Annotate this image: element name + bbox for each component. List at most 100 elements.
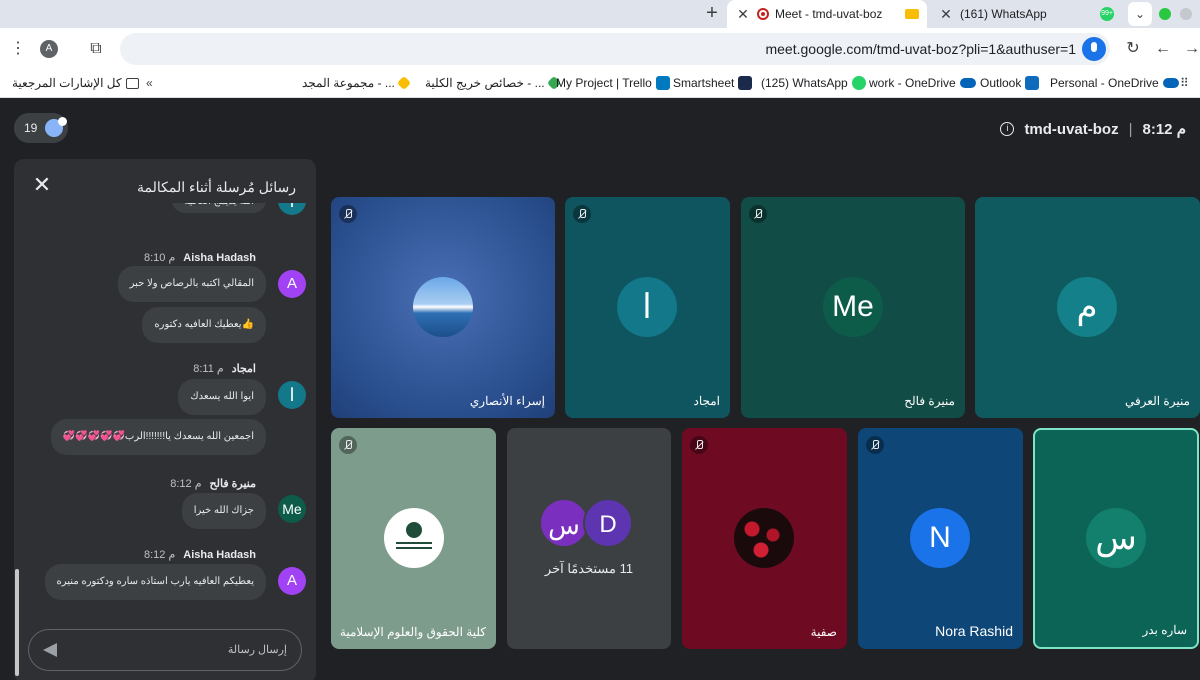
muted-mic-icon <box>749 205 767 223</box>
participant-tile[interactable]: صفية <box>682 428 847 649</box>
avatar: A <box>278 270 306 298</box>
chat-scrollbar[interactable] <box>15 569 19 676</box>
participant-avatar: س <box>1086 508 1146 568</box>
logo-text-line <box>396 542 432 544</box>
tab-strip: + ✕ Meet - tmd-uvat-boz ✕ (161) WhatsApp… <box>0 0 1200 28</box>
participant-tile[interactable]: إسراء الأنصاري <box>331 197 555 418</box>
back-icon[interactable]: ← <box>1151 37 1175 61</box>
chat-message-input[interactable]: إرسال رسالة <box>28 629 302 671</box>
message-time: 8:12 م <box>143 549 176 561</box>
participant-name: صفية <box>810 625 837 639</box>
outlook-icon <box>1025 76 1040 90</box>
camera-icon <box>905 9 919 19</box>
close-tab-icon[interactable]: ✕ <box>735 6 751 23</box>
logo-emblem-icon <box>406 522 422 538</box>
smartsheet-icon <box>738 76 753 90</box>
bookmark-trello[interactable]: My Project | Trello <box>556 76 670 90</box>
meeting-info-bar: i tmd-uvat-boz | 8:12 م <box>1000 120 1186 138</box>
participant-tile[interactable]: ا امجاد <box>565 197 730 418</box>
participant-avatar: ا <box>617 277 677 337</box>
microphone-icon[interactable] <box>1082 37 1106 61</box>
address-bar[interactable]: meet.google.com/tmd-uvat-boz?pli=1&authu… <box>120 33 1110 65</box>
others-tile[interactable]: س D 11 مستخدمًا آخر <box>507 428 671 649</box>
tab-title: Meet - tmd-uvat-boz <box>775 7 883 21</box>
browser-toolbar: ⋮ A ⧉ ☆ meet.google.com/tmd-uvat-boz?pli… <box>0 28 1200 70</box>
avatar: ا <box>278 203 306 215</box>
chat-message: جزاك الله خيرا <box>181 493 266 529</box>
tab-search-button[interactable]: ⌄ <box>1128 2 1152 26</box>
participants-button[interactable]: 19 <box>14 113 68 143</box>
recording-icon <box>757 8 769 20</box>
college-logo <box>384 508 444 568</box>
sender-name: Aisha Hadash <box>183 251 256 264</box>
close-icon[interactable]: ✕ <box>32 174 52 196</box>
extensions-icon[interactable]: ⧉ <box>84 37 108 61</box>
logo-text-line <box>396 547 432 549</box>
participant-photo <box>413 277 473 337</box>
sender-name: امجاد <box>231 363 256 375</box>
participants-icon <box>45 117 68 137</box>
close-tab-icon[interactable]: ✕ <box>938 6 954 23</box>
avatar: ا <box>278 381 306 409</box>
message-header: 8:10 م Aisha Hadash <box>144 251 256 265</box>
bookmarks-overflow-icon[interactable]: « <box>146 76 153 90</box>
message-time: 8:12 م <box>170 478 202 490</box>
profile-avatar[interactable]: A <box>40 40 58 58</box>
chat-message: يعطيكم العافيه يارب استاذه ساره ودكتوره … <box>44 564 266 600</box>
bookmark-almajd[interactable]: مجموعة المجد - ... <box>302 75 411 91</box>
bookmark-whatsapp[interactable]: (125) WhatsApp <box>761 76 866 90</box>
onedrive-icon <box>1162 78 1179 88</box>
participant-name: امجاد <box>693 394 720 408</box>
info-icon[interactable]: i <box>1000 122 1015 136</box>
bookmark-personal-onedrive[interactable]: Personal - OneDrive <box>1050 76 1179 90</box>
chat-message: الله يديمج العافيه <box>172 203 266 213</box>
sender-name: منيرة فالح <box>209 478 256 490</box>
participant-avatar: Me <box>823 277 883 337</box>
chat-messages: الله يديمج العافيه ا 8:10 م Aisha Hadash… <box>14 203 316 623</box>
send-icon[interactable] <box>43 643 57 657</box>
participant-count: 19 <box>24 121 38 135</box>
bookmark-outlook[interactable]: Outlook <box>980 76 1040 90</box>
participant-name: منيرة فالح <box>904 394 955 408</box>
apps-grid-icon[interactable]: ⠿ <box>1180 76 1189 90</box>
google-drive-icon <box>396 75 411 91</box>
trello-icon <box>655 76 670 90</box>
participant-name: كلية الحقوق والعلوم الإسلامية <box>339 625 486 639</box>
participant-avatar: D <box>583 498 633 548</box>
avatar: A <box>278 567 306 595</box>
separator: | <box>1128 120 1133 138</box>
window-control-icon[interactable] <box>1180 8 1192 20</box>
chat-message: المقالي اكتبه بالرصاص ولا حبر <box>117 266 266 302</box>
meet-stage: 19 i tmd-uvat-boz | 8:12 م رسائل مُرسلة … <box>0 98 1200 680</box>
forward-icon[interactable]: → <box>1180 37 1200 61</box>
active-speaker-tile[interactable]: س ساره بدر <box>1033 428 1199 649</box>
bookmark-college[interactable]: خصائص خريج الكلية - ... <box>425 75 561 91</box>
input-placeholder: إرسال رسالة <box>227 644 287 656</box>
reload-icon[interactable]: ↻ <box>1121 37 1145 61</box>
onedrive-icon <box>959 78 976 88</box>
new-tab-button[interactable]: + <box>700 2 724 26</box>
participant-tile[interactable]: م منيرة العرفي <box>975 197 1200 418</box>
participant-tile[interactable]: كلية الحقوق والعلوم الإسلامية <box>331 428 496 649</box>
bookmark-all[interactable]: كل الإشارات المرجعية <box>12 76 139 90</box>
muted-mic-icon <box>339 205 357 223</box>
message-time: 8:11 م <box>193 363 224 375</box>
participant-tile[interactable]: Me منيرة فالح <box>741 197 965 418</box>
message-header: 8:12 م منيرة فالح <box>170 477 256 490</box>
muted-mic-icon <box>690 436 708 454</box>
participant-tile[interactable]: N Nora Rashid <box>858 428 1023 649</box>
bookmark-smartsheet[interactable]: Smartsheet <box>673 76 753 90</box>
bookmark-work-onedrive[interactable]: work - OneDrive <box>869 76 976 90</box>
meeting-code: tmd-uvat-boz <box>1024 120 1119 138</box>
tab-meet[interactable]: ✕ Meet - tmd-uvat-boz <box>727 0 927 28</box>
folder-icon <box>125 77 139 89</box>
window-maximize-icon[interactable] <box>1159 8 1171 20</box>
others-count-label: 11 مستخدمًا آخر <box>544 561 634 576</box>
menu-kebab-icon[interactable]: ⋮ <box>6 37 30 61</box>
tab-whatsapp[interactable]: ✕ (161) WhatsApp 99+ <box>930 0 1120 28</box>
muted-mic-icon <box>573 205 591 223</box>
participant-avatar: م <box>1057 277 1117 337</box>
participant-name: منيرة العرفي <box>1124 394 1190 408</box>
participant-name: إسراء الأنصاري <box>469 394 545 408</box>
bookmarks-bar: كل الإشارات المرجعية « مجموعة المجد - ..… <box>0 70 1200 98</box>
